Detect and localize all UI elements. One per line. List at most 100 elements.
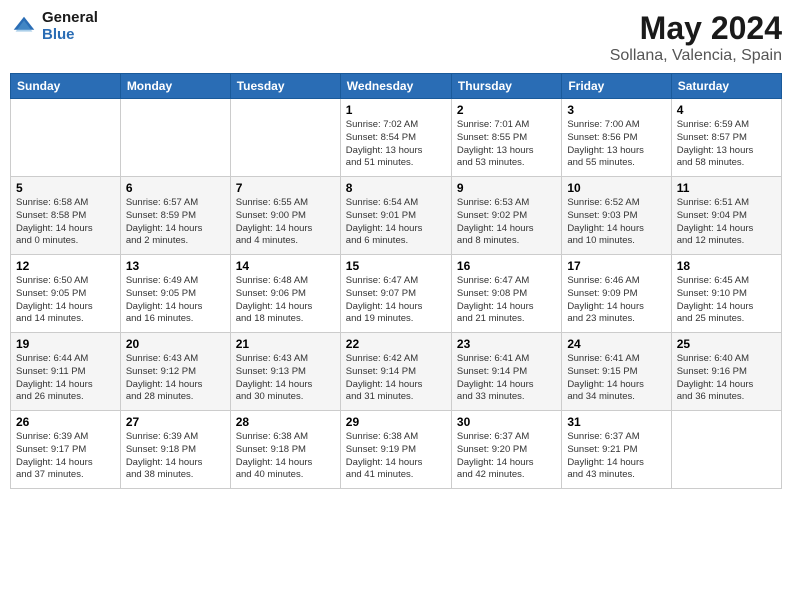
day-info: Sunrise: 6:44 AM Sunset: 9:11 PM Dayligh…: [16, 353, 115, 404]
day-number: 19: [16, 337, 115, 351]
logo-icon: [10, 13, 38, 41]
day-info: Sunrise: 6:43 AM Sunset: 9:13 PM Dayligh…: [236, 353, 335, 404]
calendar-table: SundayMondayTuesdayWednesdayThursdayFrid…: [10, 73, 782, 489]
day-number: 26: [16, 415, 115, 429]
day-number: 1: [346, 103, 446, 117]
subtitle: Sollana, Valencia, Spain: [610, 47, 782, 65]
day-cell-18: 18 Sunrise: 6:45 AM Sunset: 9:10 PM Dayli…: [671, 255, 781, 333]
day-info: Sunrise: 6:52 AM Sunset: 9:03 PM Dayligh…: [567, 197, 665, 248]
week-row-3: 12 Sunrise: 6:50 AM Sunset: 9:05 PM Dayli…: [11, 255, 782, 333]
week-row-5: 26 Sunrise: 6:39 AM Sunset: 9:17 PM Dayli…: [11, 411, 782, 489]
day-number: 24: [567, 337, 665, 351]
day-info: Sunrise: 6:57 AM Sunset: 8:59 PM Dayligh…: [126, 197, 225, 248]
day-number: 7: [236, 181, 335, 195]
header-day-monday: Monday: [120, 74, 230, 99]
day-number: 22: [346, 337, 446, 351]
day-number: 21: [236, 337, 335, 351]
day-number: 20: [126, 337, 225, 351]
day-info: Sunrise: 7:02 AM Sunset: 8:54 PM Dayligh…: [346, 119, 446, 170]
day-cell-25: 25 Sunrise: 6:40 AM Sunset: 9:16 PM Dayli…: [671, 333, 781, 411]
day-number: 13: [126, 259, 225, 273]
page: General Blue May 2024 Sollana, Valencia,…: [0, 0, 792, 612]
day-cell-4: 4Sunrise: 6:59 AM Sunset: 8:57 PM Daylig…: [671, 99, 781, 177]
day-cell-21: 21 Sunrise: 6:43 AM Sunset: 9:13 PM Dayli…: [230, 333, 340, 411]
day-cell-16: 16 Sunrise: 6:47 AM Sunset: 9:08 PM Dayli…: [451, 255, 561, 333]
header-day-thursday: Thursday: [451, 74, 561, 99]
day-info: Sunrise: 6:41 AM Sunset: 9:15 PM Dayligh…: [567, 353, 665, 404]
day-info: Sunrise: 6:45 AM Sunset: 9:10 PM Dayligh…: [677, 275, 776, 326]
day-number: 10: [567, 181, 665, 195]
day-cell-20: 20 Sunrise: 6:43 AM Sunset: 9:12 PM Dayli…: [120, 333, 230, 411]
day-number: 18: [677, 259, 776, 273]
day-info: Sunrise: 6:42 AM Sunset: 9:14 PM Dayligh…: [346, 353, 446, 404]
day-cell-24: 24 Sunrise: 6:41 AM Sunset: 9:15 PM Dayli…: [562, 333, 671, 411]
day-cell-5: 5Sunrise: 6:58 AM Sunset: 8:58 PM Daylig…: [11, 177, 121, 255]
day-info: Sunrise: 6:54 AM Sunset: 9:01 PM Dayligh…: [346, 197, 446, 248]
day-info: Sunrise: 6:50 AM Sunset: 9:05 PM Dayligh…: [16, 275, 115, 326]
day-cell-27: 27 Sunrise: 6:39 AM Sunset: 9:18 PM Dayli…: [120, 411, 230, 489]
day-info: Sunrise: 6:49 AM Sunset: 9:05 PM Dayligh…: [126, 275, 225, 326]
day-cell-empty: [120, 99, 230, 177]
day-cell-14: 14Sunrise: 6:48 AM Sunset: 9:06 PM Dayli…: [230, 255, 340, 333]
day-cell-17: 17Sunrise: 6:46 AM Sunset: 9:09 PM Dayli…: [562, 255, 671, 333]
header-day-saturday: Saturday: [671, 74, 781, 99]
day-cell-31: 31 Sunrise: 6:37 AM Sunset: 9:21 PM Dayli…: [562, 411, 671, 489]
day-number: 14: [236, 259, 335, 273]
header-day-sunday: Sunday: [11, 74, 121, 99]
day-cell-2: 2Sunrise: 7:01 AM Sunset: 8:55 PM Daylig…: [451, 99, 561, 177]
day-info: Sunrise: 6:38 AM Sunset: 9:19 PM Dayligh…: [346, 431, 446, 482]
logo: General Blue: [10, 10, 98, 43]
day-info: Sunrise: 6:55 AM Sunset: 9:00 PM Dayligh…: [236, 197, 335, 248]
day-number: 27: [126, 415, 225, 429]
day-number: 8: [346, 181, 446, 195]
title-block: May 2024 Sollana, Valencia, Spain: [610, 10, 782, 65]
day-info: Sunrise: 6:39 AM Sunset: 9:18 PM Dayligh…: [126, 431, 225, 482]
day-cell-15: 15 Sunrise: 6:47 AM Sunset: 9:07 PM Dayli…: [340, 255, 451, 333]
day-info: Sunrise: 6:37 AM Sunset: 9:20 PM Dayligh…: [457, 431, 556, 482]
header: General Blue May 2024 Sollana, Valencia,…: [10, 10, 782, 65]
day-cell-13: 13 Sunrise: 6:49 AM Sunset: 9:05 PM Dayli…: [120, 255, 230, 333]
day-cell-22: 22 Sunrise: 6:42 AM Sunset: 9:14 PM Dayli…: [340, 333, 451, 411]
day-info: Sunrise: 6:46 AM Sunset: 9:09 PM Dayligh…: [567, 275, 665, 326]
day-number: 12: [16, 259, 115, 273]
week-row-2: 5Sunrise: 6:58 AM Sunset: 8:58 PM Daylig…: [11, 177, 782, 255]
day-number: 23: [457, 337, 556, 351]
day-number: 3: [567, 103, 665, 117]
header-day-tuesday: Tuesday: [230, 74, 340, 99]
day-info: Sunrise: 6:43 AM Sunset: 9:12 PM Dayligh…: [126, 353, 225, 404]
day-info: Sunrise: 6:47 AM Sunset: 9:07 PM Dayligh…: [346, 275, 446, 326]
day-info: Sunrise: 6:40 AM Sunset: 9:16 PM Dayligh…: [677, 353, 776, 404]
day-cell-29: 29Sunrise: 6:38 AM Sunset: 9:19 PM Dayli…: [340, 411, 451, 489]
day-number: 31: [567, 415, 665, 429]
day-info: Sunrise: 6:41 AM Sunset: 9:14 PM Dayligh…: [457, 353, 556, 404]
day-number: 4: [677, 103, 776, 117]
day-cell-7: 7 Sunrise: 6:55 AM Sunset: 9:00 PM Daylig…: [230, 177, 340, 255]
day-info: Sunrise: 6:51 AM Sunset: 9:04 PM Dayligh…: [677, 197, 776, 248]
day-number: 15: [346, 259, 446, 273]
day-info: Sunrise: 7:00 AM Sunset: 8:56 PM Dayligh…: [567, 119, 665, 170]
day-cell-10: 10 Sunrise: 6:52 AM Sunset: 9:03 PM Dayli…: [562, 177, 671, 255]
day-info: Sunrise: 6:38 AM Sunset: 9:18 PM Dayligh…: [236, 431, 335, 482]
day-cell-6: 6Sunrise: 6:57 AM Sunset: 8:59 PM Daylig…: [120, 177, 230, 255]
day-info: Sunrise: 6:47 AM Sunset: 9:08 PM Dayligh…: [457, 275, 556, 326]
day-cell-1: 1 Sunrise: 7:02 AM Sunset: 8:54 PM Daylig…: [340, 99, 451, 177]
week-row-4: 19 Sunrise: 6:44 AM Sunset: 9:11 PM Dayli…: [11, 333, 782, 411]
day-number: 16: [457, 259, 556, 273]
day-number: 11: [677, 181, 776, 195]
day-number: 28: [236, 415, 335, 429]
day-number: 30: [457, 415, 556, 429]
day-cell-8: 8 Sunrise: 6:54 AM Sunset: 9:01 PM Daylig…: [340, 177, 451, 255]
day-cell-28: 28 Sunrise: 6:38 AM Sunset: 9:18 PM Dayli…: [230, 411, 340, 489]
main-title: May 2024: [610, 10, 782, 47]
day-info: Sunrise: 6:39 AM Sunset: 9:17 PM Dayligh…: [16, 431, 115, 482]
day-number: 5: [16, 181, 115, 195]
day-cell-11: 11 Sunrise: 6:51 AM Sunset: 9:04 PM Dayli…: [671, 177, 781, 255]
day-cell-empty: [11, 99, 121, 177]
day-info: Sunrise: 6:53 AM Sunset: 9:02 PM Dayligh…: [457, 197, 556, 248]
day-cell-19: 19 Sunrise: 6:44 AM Sunset: 9:11 PM Dayli…: [11, 333, 121, 411]
day-number: 25: [677, 337, 776, 351]
header-day-friday: Friday: [562, 74, 671, 99]
header-row: SundayMondayTuesdayWednesdayThursdayFrid…: [11, 74, 782, 99]
week-row-1: 1 Sunrise: 7:02 AM Sunset: 8:54 PM Daylig…: [11, 99, 782, 177]
day-info: Sunrise: 6:37 AM Sunset: 9:21 PM Dayligh…: [567, 431, 665, 482]
